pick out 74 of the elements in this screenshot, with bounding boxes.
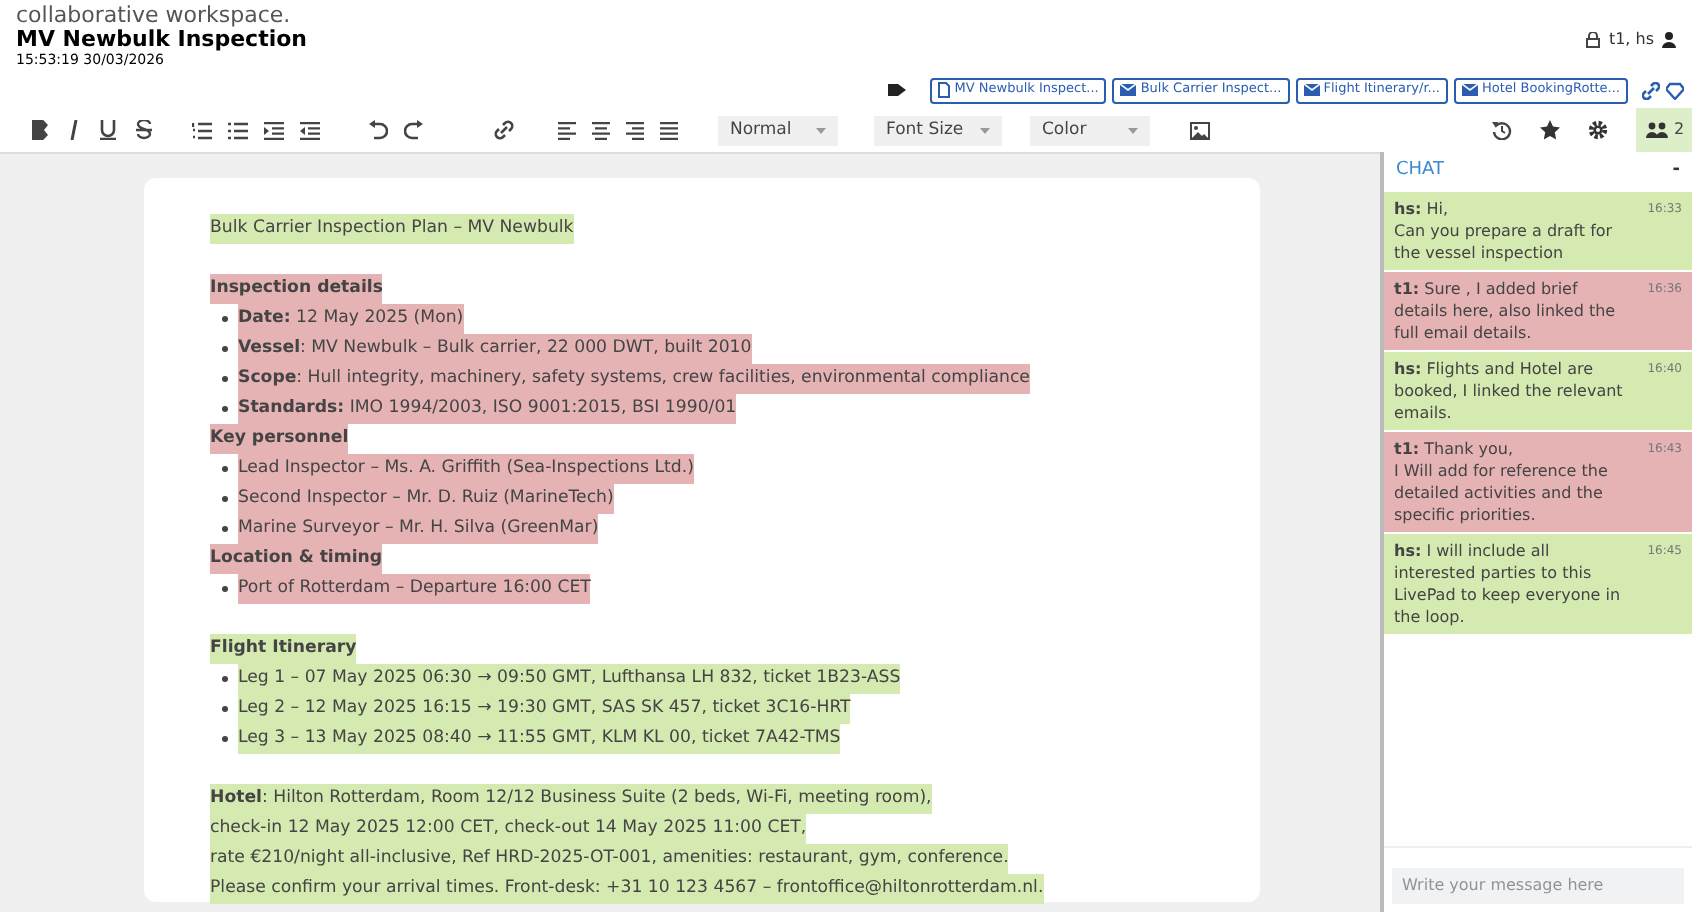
undo-icon[interactable] — [368, 120, 388, 140]
link-icon[interactable] — [1642, 81, 1660, 99]
bullet-icon — [222, 736, 228, 742]
collapse-button[interactable]: - — [1672, 158, 1680, 186]
bullet-icon — [222, 406, 228, 412]
list-item: Port of Rotterdam – Departure 16:00 CET — [238, 574, 591, 604]
numbered-list-icon[interactable] — [192, 121, 212, 139]
list-item: Standards: IMO 1994/2003, ISO 9001:2015, BSI 1990/01 — [238, 394, 737, 424]
diamond-icon[interactable] — [1666, 81, 1684, 99]
message-text: hs: Hi, Can you prepare a draft for the vessel inspection — [1394, 198, 1615, 264]
bullet-icon — [222, 496, 228, 502]
section-heading: Location & timing — [210, 544, 383, 574]
italic-icon[interactable] — [68, 120, 80, 140]
bullet-icon — [222, 706, 228, 712]
caret-icon — [816, 127, 826, 133]
message-text: t1: Sure , I added brief details here, also linked the full email details. — [1394, 278, 1618, 344]
bullet-icon — [222, 376, 228, 382]
section-heading: Key personnel — [210, 424, 349, 454]
caret-icon — [1128, 127, 1138, 133]
list-item: Lead Inspector – Ms. A. Griffith (Sea-Inspections Ltd.) — [238, 454, 694, 484]
paragraph-style-dropdown[interactable]: Normal — [718, 115, 838, 145]
align-right-icon[interactable] — [626, 121, 644, 139]
strikethrough-icon[interactable] — [136, 120, 152, 140]
message-text: hs: Flights and Hotel are booked, I linked the relevant emails. — [1394, 358, 1625, 424]
tag-icon[interactable] — [888, 82, 909, 98]
list-item: Leg 3 – 13 May 2025 08:40 → 11:55 GMT, KLM KL 00, ticket 7A42-TMS — [238, 724, 841, 754]
participants-button[interactable]: 2 — [1636, 108, 1692, 152]
bullet-icon — [222, 586, 228, 592]
font-size-dropdown[interactable]: Font Size — [874, 115, 1002, 145]
people-icon — [1646, 122, 1668, 138]
bullet-icon — [222, 526, 228, 532]
image-icon[interactable] — [1190, 121, 1210, 139]
caret-icon — [980, 127, 990, 133]
list-item: Scope: Hull integrity, machinery, safety systems, crew facilities, environmental compliance — [238, 364, 1030, 394]
caption-text: collaborative workspace. — [16, 2, 291, 28]
list-item: Leg 1 – 07 May 2025 06:30 → 09:50 GMT, Lufthansa LH 832, ticket 1B23-ASS — [238, 664, 901, 694]
document-icon — [938, 82, 951, 98]
gear-icon[interactable] — [1588, 120, 1608, 140]
users-text: t1, hs — [1608, 28, 1654, 52]
bullet-icon — [222, 466, 228, 472]
bullet-icon — [222, 346, 228, 352]
envelope-icon — [1120, 84, 1137, 96]
section-heading: Flight Itinerary — [210, 634, 357, 664]
document-title: MV Newbulk Inspection — [16, 28, 307, 52]
list-item: Leg 2 – 12 May 2025 16:15 → 19:30 GMT, SAS SK 457, ticket 3C16-HRT — [238, 694, 851, 724]
list-item: Second Inspector – Mr. D. Ruiz (MarineTech) — [238, 484, 614, 514]
underline-icon[interactable] — [100, 120, 116, 140]
section-heading: Inspection details — [210, 274, 383, 304]
chat-title: CHAT — [1396, 158, 1445, 185]
lock-icon — [1586, 32, 1601, 48]
align-center-icon[interactable] — [592, 121, 610, 139]
redo-icon[interactable] — [404, 120, 424, 140]
message-text: hs: I will include all interested parties to this LivePad to keep everyone in the loop. — [1394, 540, 1623, 628]
user-icon[interactable] — [1662, 32, 1676, 48]
message-text: t1: Thank you, I Will add for reference the detailed activities and the specific priorities. — [1394, 438, 1610, 526]
bold-icon[interactable] — [32, 120, 48, 140]
link-icon[interactable] — [494, 120, 514, 140]
bullet-list-icon[interactable] — [228, 121, 248, 139]
document-heading: Bulk Carrier Inspection Plan – MV Newbulk — [210, 214, 574, 244]
indent-icon[interactable] — [264, 121, 284, 139]
justify-icon[interactable] — [660, 121, 678, 139]
list-item: Date: 12 May 2025 (Mon) — [238, 304, 464, 334]
list-item: Marine Surveyor – Mr. H. Silva (GreenMar) — [238, 514, 599, 544]
message-input[interactable]: Write your message here — [1392, 867, 1684, 903]
bullet-icon — [222, 316, 228, 322]
color-dropdown[interactable]: Color — [1030, 115, 1150, 145]
history-icon[interactable] — [1492, 120, 1512, 140]
list-item: Vessel: MV Newbulk – Bulk carrier, 22 000 DWT, built 2010 — [238, 334, 752, 364]
bullet-icon — [222, 676, 228, 682]
align-left-icon[interactable] — [558, 121, 576, 139]
envelope-icon — [1303, 84, 1320, 96]
envelope-icon — [1461, 84, 1478, 96]
outdent-icon[interactable] — [300, 121, 320, 139]
star-icon[interactable] — [1540, 120, 1560, 140]
